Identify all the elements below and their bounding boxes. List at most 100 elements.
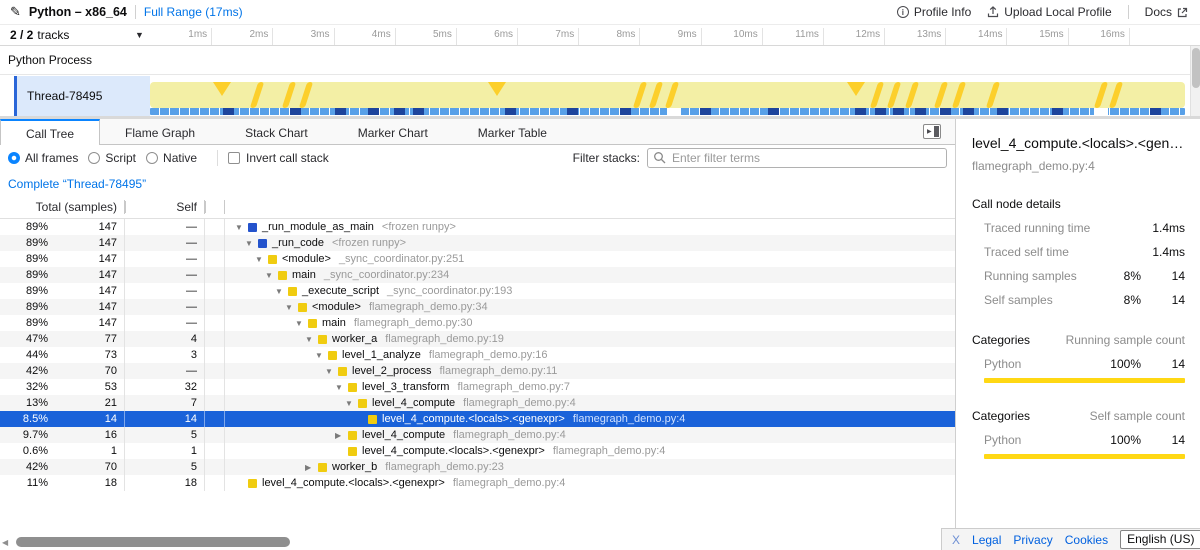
sidebar-toggle-button[interactable]: ▶	[923, 124, 941, 139]
expand-toggle-icon[interactable]: ▼	[305, 335, 318, 344]
ruler-tick-label: 1ms	[147, 29, 207, 40]
process-track[interactable]: Python Process	[0, 46, 1190, 75]
column-header-self[interactable]: Self	[125, 200, 205, 214]
tracks-dropdown[interactable]: 2 / 2 tracks ▼	[10, 25, 69, 45]
function-file: flamegraph_demo.py:7	[457, 381, 570, 393]
thread-track[interactable]: Thread-78495	[0, 75, 1190, 116]
sample-marker-dark	[1052, 108, 1063, 115]
tab-stack-chart[interactable]: Stack Chart	[220, 119, 333, 144]
call-tree-row[interactable]: 89%147—▼_run_code<frozen runpy>	[0, 235, 955, 251]
tab-marker-chart[interactable]: Marker Chart	[333, 119, 453, 144]
category-square-icon	[268, 255, 277, 264]
sample-strip	[150, 108, 1185, 115]
thread-activity-graph[interactable]	[150, 75, 1185, 116]
category-square-icon	[318, 335, 327, 344]
sidebar-panel-glyph	[934, 126, 939, 137]
sample-marker-dark	[963, 108, 974, 115]
call-tree-row[interactable]: 32%5332▼level_3_transformflamegraph_demo…	[0, 379, 955, 395]
category-square-icon	[328, 351, 337, 360]
call-tree-row[interactable]: 8.5%1414level_4_compute.<locals>.<genexp…	[0, 411, 955, 427]
call-tree-row[interactable]: 0.6%11level_4_compute.<locals>.<genexpr>…	[0, 443, 955, 459]
call-tree-row[interactable]: 89%147—▼main_sync_coordinator.py:234	[0, 267, 955, 283]
call-tree-toolbar: All frames Script Native Invert call sta…	[0, 145, 955, 171]
expand-toggle-icon[interactable]: ▼	[315, 351, 328, 360]
expand-toggle-icon[interactable]: ▶	[335, 431, 348, 440]
profile-info-button[interactable]: i Profile Info	[897, 5, 971, 19]
call-tree-row[interactable]: 89%147—▼<module>flamegraph_demo.py:34	[0, 299, 955, 315]
expand-toggle-icon[interactable]: ▼	[335, 383, 348, 392]
call-tree-row[interactable]: 89%147—▼mainflamegraph_demo.py:30	[0, 315, 955, 331]
column-header-total[interactable]: Total (samples)	[0, 200, 125, 214]
footer-link-legal[interactable]: Legal	[972, 533, 1001, 547]
expand-toggle-icon[interactable]: ▼	[275, 287, 288, 296]
call-tree-row[interactable]: 42%705▶worker_bflamegraph_demo.py:23	[0, 459, 955, 475]
horizontal-scrollbar[interactable]: ◀	[0, 536, 955, 548]
radio-native[interactable]: Native	[146, 151, 197, 165]
expand-toggle-icon[interactable]: ▼	[265, 271, 278, 280]
category-square-icon	[338, 367, 347, 376]
scroll-left-arrow-icon[interactable]: ◀	[2, 538, 8, 547]
radio-script[interactable]: Script	[88, 151, 136, 165]
timeline-scrollbar-thumb[interactable]	[1192, 48, 1200, 88]
language-select[interactable]: English (US) ▼	[1120, 530, 1200, 549]
profile-name[interactable]: Python – x86_64	[29, 5, 127, 19]
function-name: level_2_process	[352, 365, 432, 377]
category-name: Python	[972, 357, 1093, 371]
expand-toggle-icon[interactable]: ▼	[255, 255, 268, 264]
call-tree-row[interactable]: 89%147—▼<module>_sync_coordinator.py:251	[0, 251, 955, 267]
ruler-tick-label: 5ms	[392, 29, 452, 40]
filter-stacks-input[interactable]	[647, 148, 947, 168]
row-icon-cell	[205, 235, 225, 251]
sample-marker-dark	[855, 108, 866, 115]
profile-info-label: Profile Info	[914, 5, 971, 19]
invert-call-stack-checkbox[interactable]: Invert call stack	[228, 151, 329, 165]
expand-toggle-icon[interactable]: ▼	[235, 223, 248, 232]
categories-running-heading: Categories Running sample count	[972, 333, 1185, 347]
footer-link-privacy[interactable]: Privacy	[1013, 533, 1052, 547]
docs-link[interactable]: Docs	[1145, 5, 1188, 19]
function-file: _sync_coordinator.py:193	[387, 285, 512, 297]
call-tree-row[interactable]: 42%70—▼level_2_processflamegraph_demo.py…	[0, 363, 955, 379]
expand-toggle-icon[interactable]: ▶	[305, 463, 318, 472]
language-value: English (US)	[1127, 532, 1194, 546]
call-tree-row[interactable]: 47%774▼worker_aflamegraph_demo.py:19	[0, 331, 955, 347]
tab-marker-table[interactable]: Marker Table	[453, 119, 572, 144]
category-bar-running	[984, 378, 1185, 383]
tab-call-tree[interactable]: Call Tree	[0, 119, 100, 146]
expand-toggle-icon[interactable]: ▼	[285, 303, 298, 312]
sample-marker-dark	[394, 108, 405, 115]
call-tree-row[interactable]: 89%147—▼_run_module_as_main<frozen runpy…	[0, 219, 955, 235]
expand-toggle-icon[interactable]: ▼	[345, 399, 358, 408]
footer-dismiss-button[interactable]: X	[952, 533, 960, 547]
breadcrumb-root-link[interactable]: Complete “Thread-78495”	[8, 177, 146, 191]
tab-bar: Call Tree Flame Graph Stack Chart Marker…	[0, 119, 955, 145]
selected-node-title: level_4_compute.<locals>.<genexpr>	[972, 135, 1185, 151]
total-samples: 53	[48, 379, 125, 395]
sample-marker-dark	[940, 108, 951, 115]
call-tree-row[interactable]: 89%147—▼_execute_script_sync_coordinator…	[0, 283, 955, 299]
upload-button[interactable]: Upload Local Profile	[987, 5, 1111, 19]
activity-slash-marker	[633, 82, 647, 108]
radio-all-frames[interactable]: All frames	[8, 151, 78, 165]
footer-link-cookies[interactable]: Cookies	[1065, 533, 1108, 547]
horizontal-scrollbar-thumb[interactable]	[16, 537, 290, 547]
radio-dot-icon	[8, 152, 20, 164]
category-square-icon	[348, 383, 357, 392]
call-tree-row[interactable]: 9.7%165▶level_4_computeflamegraph_demo.p…	[0, 427, 955, 443]
upload-icon	[987, 6, 999, 18]
expand-toggle-icon[interactable]: ▼	[295, 319, 308, 328]
expand-toggle-icon[interactable]: ▼	[245, 239, 258, 248]
expand-toggle-icon[interactable]: ▼	[325, 367, 338, 376]
call-tree-row[interactable]: 44%733▼level_1_analyzeflamegraph_demo.py…	[0, 347, 955, 363]
row-icon-cell	[205, 427, 225, 443]
timeline-scrollbar[interactable]	[1190, 46, 1200, 116]
call-tree-row[interactable]: 11%1818level_4_compute.<locals>.<genexpr…	[0, 475, 955, 491]
full-range-button[interactable]: Full Range (17ms)	[144, 5, 243, 19]
checkbox-icon	[228, 152, 240, 164]
ruler-tick-label: 11ms	[759, 29, 819, 40]
tab-flame-graph[interactable]: Flame Graph	[100, 119, 220, 144]
activity-slash-marker	[250, 82, 264, 108]
call-tree-row[interactable]: 13%217▼level_4_computeflamegraph_demo.py…	[0, 395, 955, 411]
thread-track-label[interactable]: Thread-78495	[14, 76, 150, 116]
edit-profile-name-icon[interactable]: ✎	[10, 4, 21, 20]
